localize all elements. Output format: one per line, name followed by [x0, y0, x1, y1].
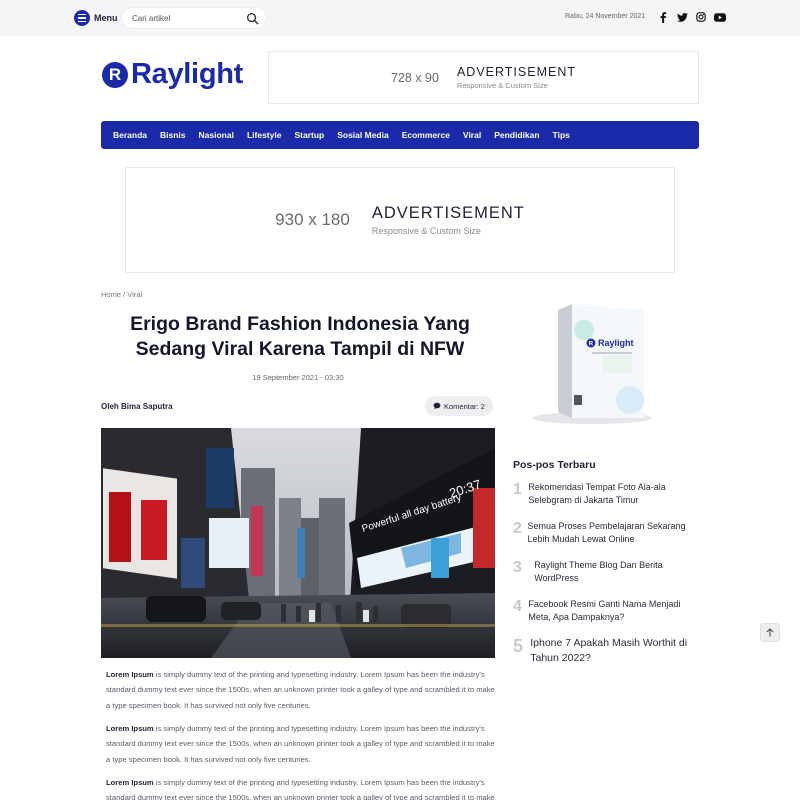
search-box[interactable]: [121, 7, 267, 29]
product-brand: Raylight: [598, 338, 634, 348]
post-title[interactable]: Facebook Resmi Ganti Nama Menjadi Meta, …: [528, 598, 703, 624]
nav-item-pendidikan[interactable]: Pendidikan: [494, 130, 539, 140]
paragraph-text: is simply dummy text of the printing and…: [106, 778, 495, 800]
breadcrumb-home[interactable]: Home: [101, 290, 121, 299]
article-paragraph-2: Lorem Ipsum is simply dummy text of the …: [106, 721, 496, 767]
banner-advertisement[interactable]: 930 x 180 ADVERTISEMENT Responsive & Cus…: [125, 167, 675, 273]
svg-text:R: R: [589, 342, 594, 348]
comments-count: Komentar: 2: [444, 401, 485, 411]
post-number: 5: [513, 636, 524, 656]
nav-item-lifestyle[interactable]: Lifestyle: [247, 130, 282, 140]
post-title[interactable]: Iphone 7 Apakah Masih Worthit di Tahun 2…: [530, 636, 703, 666]
menu-button[interactable]: Menu: [74, 10, 118, 26]
facebook-icon[interactable]: [657, 11, 669, 23]
nav-item-sosial-media[interactable]: Sosial Media: [337, 130, 389, 140]
breadcrumb: Home / Viral: [101, 290, 142, 299]
ad-title: ADVERTISEMENT: [456, 65, 576, 79]
paragraph-lead: Lorem Ipsum: [106, 670, 154, 679]
breadcrumb-separator: /: [123, 290, 126, 299]
banner-ad-title: ADVERTISEMENT: [371, 204, 525, 222]
recent-post-item[interactable]: 4 Facebook Resmi Ganti Nama Menjadi Meta…: [513, 598, 703, 624]
banner-ad-size: 930 x 180: [275, 210, 350, 229]
nav-item-viral[interactable]: Viral: [463, 130, 481, 140]
paragraph-lead: Lorem Ipsum: [106, 724, 154, 733]
nav-item-startup[interactable]: Startup: [294, 130, 324, 140]
article-featured-image: Powerful all day battery 20:37: [101, 428, 495, 658]
article-date: 19 September 2021 - 03:30: [252, 373, 344, 382]
nav-item-bisnis[interactable]: Bisnis: [160, 130, 186, 140]
ad-subtitle: Responsive & Custom Size: [456, 81, 548, 90]
post-title[interactable]: Raylight Theme Blog Dan Berita WordPress: [534, 559, 703, 585]
main-navigation: Beranda Bisnis Nasional Lifestyle Startu…: [101, 121, 699, 149]
menu-label: Menu: [94, 13, 118, 23]
instagram-icon[interactable]: [695, 11, 707, 23]
top-bar: Menu Rabu, 24 November 2021: [0, 0, 800, 36]
post-number: 2: [513, 520, 522, 537]
product-box-image[interactable]: R Raylight: [512, 300, 662, 430]
banner-ad-subtitle: Responsive & Custom Size: [371, 226, 481, 236]
recent-post-item[interactable]: 1 Rekomendasi Tempat Foto Ala-ala Selebg…: [513, 481, 703, 507]
post-number: 1: [513, 481, 522, 498]
search-input[interactable]: [132, 11, 242, 26]
recent-post-item[interactable]: 5 Iphone 7 Apakah Masih Worthit di Tahun…: [513, 636, 703, 666]
article-paragraph-1: Lorem Ipsum is simply dummy text of the …: [106, 667, 496, 713]
nav-item-ecommerce[interactable]: Ecommerce: [402, 130, 450, 140]
post-number: 3: [513, 559, 522, 576]
comments-button[interactable]: Komentar: 2: [425, 396, 493, 416]
recent-posts-title: Pos-pos Terbaru: [513, 459, 596, 471]
article-author[interactable]: Oleh Bima Saputra: [101, 402, 173, 411]
hamburger-icon: [74, 10, 90, 26]
nav-item-beranda[interactable]: Beranda: [113, 130, 147, 140]
paragraph-text: is simply dummy text of the printing and…: [106, 670, 495, 710]
breadcrumb-category[interactable]: Viral: [127, 290, 142, 299]
post-title[interactable]: Semua Proses Pembelajaran Sekarang Lebih…: [527, 520, 703, 546]
nav-item-nasional[interactable]: Nasional: [199, 130, 234, 140]
back-to-top-button[interactable]: [760, 623, 780, 642]
post-number: 4: [513, 598, 522, 615]
article-paragraph-3: Lorem Ipsum is simply dummy text of the …: [106, 775, 496, 800]
post-title[interactable]: Rekomendasi Tempat Foto Ala-ala Selebgra…: [528, 481, 703, 507]
logo-mark: R: [102, 61, 128, 88]
recent-post-item[interactable]: 2 Semua Proses Pembelajaran Sekarang Leb…: [513, 520, 703, 546]
site-logo[interactable]: R Raylight: [102, 58, 243, 91]
youtube-icon[interactable]: [714, 11, 726, 23]
ad-size: 728 x 90: [390, 70, 439, 85]
twitter-icon[interactable]: [676, 11, 688, 23]
recent-post-item[interactable]: 3 Raylight Theme Blog Dan Berita WordPre…: [513, 559, 703, 585]
nav-item-tips[interactable]: Tips: [553, 130, 570, 140]
paragraph-text: is simply dummy text of the printing and…: [106, 724, 495, 764]
current-date: Rabu, 24 November 2021: [565, 13, 646, 20]
arrow-up-icon: [766, 628, 774, 637]
header-advertisement[interactable]: 728 x 90 ADVERTISEMENT Responsive & Cust…: [268, 51, 699, 104]
search-icon[interactable]: [246, 12, 259, 25]
logo-text: Raylight: [131, 58, 243, 90]
paragraph-lead: Lorem Ipsum: [106, 778, 154, 787]
article-title: Erigo Brand Fashion Indonesia Yang Sedan…: [130, 313, 470, 360]
comment-icon: [433, 402, 441, 410]
